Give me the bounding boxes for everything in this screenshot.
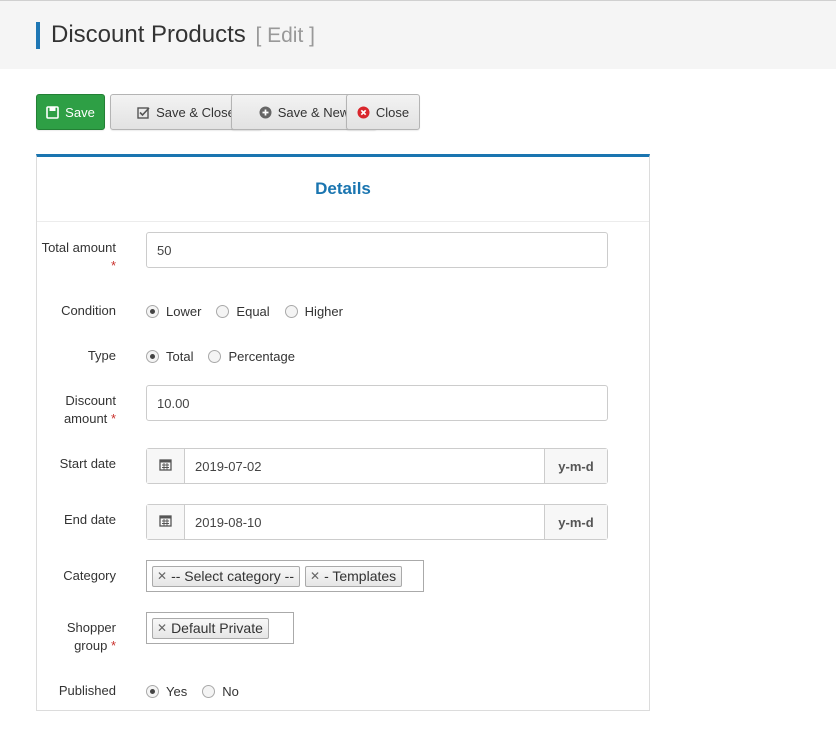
shopper-group-tag: ✕ Default Private: [152, 617, 269, 639]
end-date-label: End date: [63, 512, 116, 527]
published-yes-label: Yes: [166, 683, 188, 699]
end-date-value: 2019-08-10: [195, 514, 262, 530]
total-amount-input[interactable]: 50: [146, 232, 608, 268]
condition-label: Condition: [61, 303, 116, 318]
save-new-button-label: Save & New: [277, 104, 350, 120]
type-total-radio[interactable]: Total: [146, 349, 193, 364]
start-date-value: 2019-07-02: [195, 458, 262, 474]
remove-x-icon[interactable]: ✕: [157, 569, 167, 583]
category-label: Category: [63, 568, 116, 583]
page-title: Discount Products [ Edit ]: [51, 20, 315, 51]
shopper-group-multiselect[interactable]: ✕ Default Private: [146, 612, 294, 644]
published-radio-group: Yes No: [146, 681, 254, 701]
radio-selected-indicator: [146, 684, 159, 698]
start-date-label: Start date: [59, 456, 116, 471]
category-tag: ✕ - Templates: [305, 565, 403, 587]
condition-radio-group: Lower Equal Higher: [146, 301, 358, 321]
end-date-calendar-button[interactable]: [147, 505, 185, 539]
radio-selected-indicator: [146, 304, 159, 318]
checkbox-icon: [137, 106, 150, 119]
remove-x-icon[interactable]: ✕: [157, 621, 167, 635]
save-close-button-label: Save & Close: [156, 104, 235, 120]
panel-heading: Details: [37, 157, 649, 222]
plus-circle-icon: [259, 106, 272, 119]
radio-selected-indicator: [146, 349, 159, 363]
category-tag-label: -- Select category --: [171, 568, 294, 584]
radio-indicator: [208, 349, 222, 363]
type-percentage-radio[interactable]: Percentage: [208, 349, 295, 364]
page-title-mode: [ Edit ]: [255, 24, 315, 47]
type-radio-group: Total Percentage: [146, 346, 310, 366]
shopper-group-label-text: Shopper group: [66, 620, 116, 653]
published-yes-radio[interactable]: Yes: [146, 684, 187, 699]
condition-equal-radio[interactable]: Equal: [216, 303, 270, 319]
condition-equal-label: Equal: [236, 303, 270, 319]
start-date-field: 2019-07-02 y-m-d: [146, 448, 608, 484]
save-button-label: Save: [65, 104, 95, 120]
category-multiselect[interactable]: ✕ -- Select category -- ✕ - Templates: [146, 560, 424, 592]
start-date-format: y-m-d: [544, 449, 607, 483]
calendar-icon: [159, 514, 172, 530]
required-mark: *: [110, 411, 116, 426]
end-date-format: y-m-d: [544, 505, 607, 539]
discount-amount-value: 10.00: [157, 395, 190, 411]
radio-indicator: [202, 684, 216, 698]
type-label: Type: [87, 348, 116, 363]
condition-higher-label: Higher: [304, 303, 343, 319]
category-tag: ✕ -- Select category --: [152, 565, 300, 587]
total-amount-label-text: Total amount: [41, 240, 116, 255]
close-button-label: Close: [375, 104, 410, 120]
published-no-radio[interactable]: No: [202, 684, 239, 699]
remove-x-icon[interactable]: ✕: [310, 569, 320, 583]
save-button[interactable]: Save: [36, 94, 105, 130]
end-date-field: 2019-08-10 y-m-d: [146, 504, 608, 540]
radio-indicator: [216, 304, 230, 318]
close-button[interactable]: Close: [346, 94, 420, 130]
discount-amount-label: Discount amount *: [36, 392, 116, 428]
discount-amount-label-text: Discount amount: [63, 393, 116, 426]
title-accent-bar: [36, 22, 40, 49]
total-amount-value: 50: [157, 242, 172, 258]
floppy-disk-icon: [46, 105, 59, 119]
total-amount-label: Total amount *: [36, 239, 116, 275]
discount-amount-input[interactable]: 10.00: [146, 385, 608, 421]
condition-lower-radio[interactable]: Lower: [146, 304, 201, 319]
x-circle-icon: [357, 106, 370, 119]
condition-higher-radio[interactable]: Higher: [284, 303, 343, 319]
start-date-input[interactable]: 2019-07-02: [185, 449, 544, 483]
shopper-group-tag-label: Default Private: [171, 620, 263, 636]
category-tag-label: - Templates: [324, 568, 397, 584]
radio-indicator: [284, 304, 298, 318]
required-mark: *: [110, 638, 116, 653]
page-title-text: Discount Products: [51, 21, 246, 48]
condition-lower-label: Lower: [166, 303, 202, 319]
published-label: Published: [58, 683, 116, 698]
published-no-label: No: [222, 683, 239, 699]
end-date-input[interactable]: 2019-08-10: [185, 505, 544, 539]
type-total-label: Total: [166, 348, 194, 364]
required-mark: *: [110, 258, 116, 273]
type-percentage-label: Percentage: [228, 348, 295, 364]
calendar-icon: [159, 458, 172, 474]
start-date-calendar-button[interactable]: [147, 449, 185, 483]
shopper-group-label: Shopper group *: [36, 619, 116, 655]
page-header: Discount Products [ Edit ]: [0, 0, 836, 69]
